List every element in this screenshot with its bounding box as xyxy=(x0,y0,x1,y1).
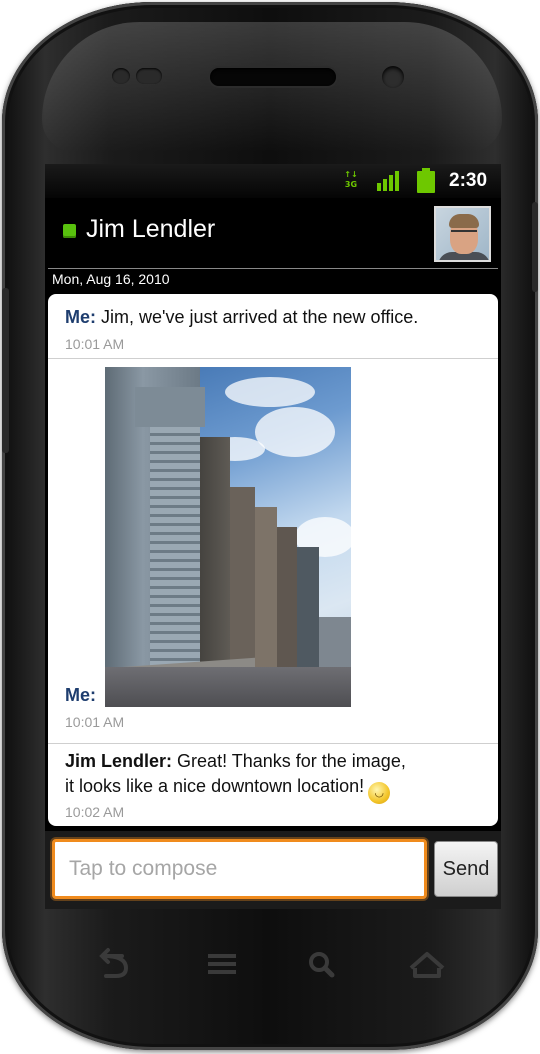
compose-bar: Send xyxy=(45,831,501,909)
home-icon[interactable] xyxy=(397,938,457,994)
data-activity-icon: ↑↓ 3G xyxy=(341,170,361,194)
signal-strength-icon xyxy=(377,169,405,193)
message-text: Great! Thanks for the image, xyxy=(177,751,406,771)
message-text: Jim, we've just arrived at the new offic… xyxy=(101,307,419,327)
message-sender: Jim Lendler: xyxy=(65,751,173,771)
message-item[interactable]: Me: Jim, we've just arrived at the new o… xyxy=(48,294,498,359)
presence-indicator-icon xyxy=(63,224,76,238)
message-list[interactable]: Me: Jim, we've just arrived at the new o… xyxy=(48,294,498,826)
search-icon[interactable] xyxy=(292,938,352,994)
network-type: 3G xyxy=(344,180,358,189)
smiley-emoticon-icon: ◡ xyxy=(368,782,391,804)
message-item-image[interactable]: Me: 10:01 AM xyxy=(48,359,498,744)
power-button[interactable] xyxy=(532,202,538,292)
menu-icon[interactable] xyxy=(192,938,252,994)
message-timestamp: 10:01 AM xyxy=(65,336,125,352)
phone-gloss xyxy=(42,22,502,152)
message-text-continued: it looks like a nice downtown location! xyxy=(65,776,365,796)
front-camera xyxy=(382,66,404,88)
message-item[interactable]: Jim Lendler: Great! Thanks for the image… xyxy=(48,744,498,826)
date-separator: Mon, Aug 16, 2010 xyxy=(48,268,498,290)
message-timestamp: 10:02 AM xyxy=(65,804,125,820)
send-button[interactable]: Send xyxy=(434,841,498,897)
proximity-sensor xyxy=(112,66,164,86)
contact-avatar[interactable] xyxy=(434,206,491,262)
hardware-nav-keys xyxy=(62,938,482,998)
volume-button[interactable] xyxy=(2,288,9,453)
compose-input[interactable] xyxy=(52,839,427,899)
back-icon[interactable] xyxy=(82,938,142,994)
contact-name: Jim Lendler xyxy=(86,215,216,243)
screen: ↑↓ 3G 2:30 Jim Lendler Mon, Aug 16, 2010… xyxy=(45,164,501,909)
message-timestamp: 10:01 AM xyxy=(65,714,125,730)
message-sender: Me: xyxy=(65,307,96,327)
status-bar: ↑↓ 3G 2:30 xyxy=(45,164,501,198)
phone-body: ↑↓ 3G 2:30 Jim Lendler Mon, Aug 16, 2010… xyxy=(2,2,538,1050)
battery-icon xyxy=(417,168,435,194)
earpiece-speaker xyxy=(210,68,336,86)
message-sender: Me: xyxy=(65,685,96,705)
status-time: 2:30 xyxy=(449,170,488,191)
image-attachment[interactable] xyxy=(105,367,351,707)
conversation-header: Jim Lendler xyxy=(45,202,501,268)
